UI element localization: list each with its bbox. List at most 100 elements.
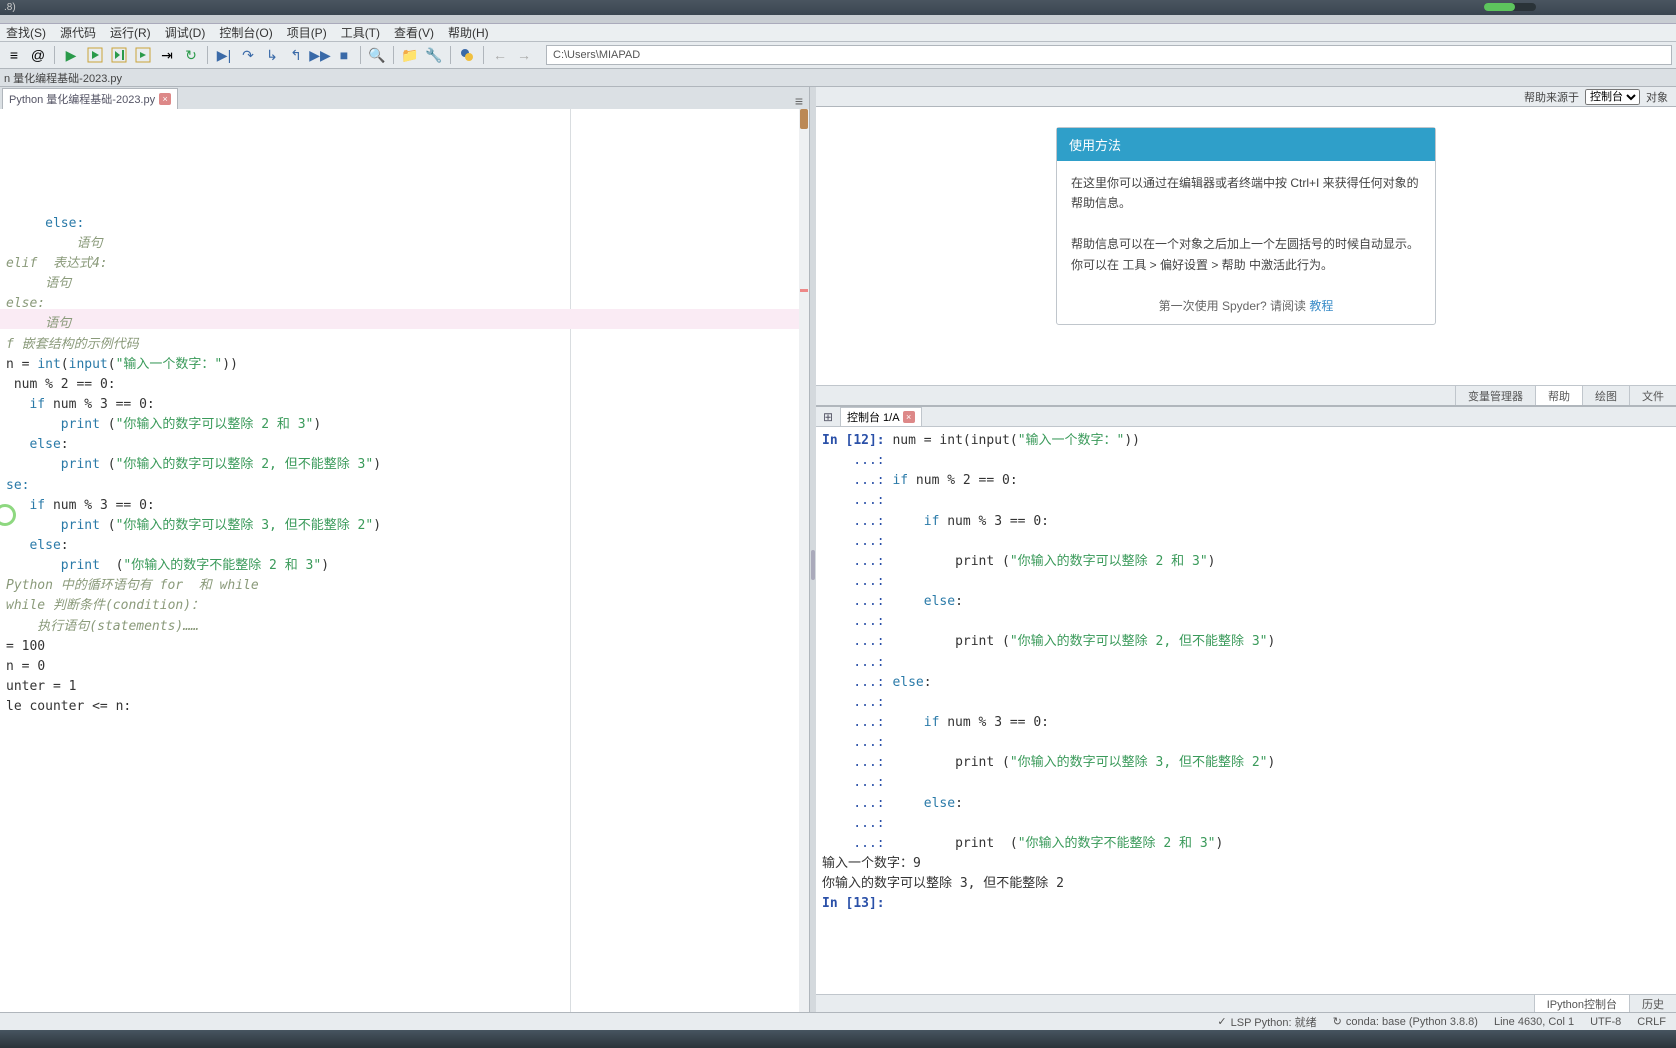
console-line: ...: print ("你输入的数字可以整除 2 和 3") bbox=[822, 552, 1670, 572]
step-in-icon[interactable]: ↳ bbox=[262, 45, 282, 65]
os-taskbar[interactable] bbox=[0, 1030, 1676, 1048]
code-line: Python 中的循环语句有 for 和 while bbox=[6, 576, 803, 596]
code-line: if num % 3 == 0: bbox=[6, 395, 803, 415]
code-line: else: bbox=[6, 536, 803, 556]
status-lsp: ✓ LSP Python: 就绪 bbox=[1217, 1014, 1316, 1030]
folder-icon[interactable]: 📁 bbox=[400, 45, 420, 65]
console-line: ...: bbox=[822, 693, 1670, 713]
code-line: else: bbox=[6, 294, 803, 314]
menu-item[interactable]: 查找(S) bbox=[6, 24, 46, 41]
working-dir-field[interactable]: C:\Users\MIAPAD bbox=[546, 45, 1672, 65]
code-line: = 100 bbox=[6, 637, 803, 657]
console-line: 输入一个数字：9 bbox=[822, 854, 1670, 874]
code-line: 语句 bbox=[6, 314, 803, 334]
console-bottom-tabs: IPython控制台历史 bbox=[816, 994, 1676, 1012]
console-bottom-tab[interactable]: 历史 bbox=[1629, 995, 1676, 1012]
wrench-icon[interactable]: 🔧 bbox=[424, 45, 444, 65]
code-line: print ("你输入的数字可以整除 2, 但不能整除 3") bbox=[6, 455, 803, 475]
step-out-icon[interactable]: ↰ bbox=[286, 45, 306, 65]
menu-item[interactable]: 源代码 bbox=[60, 24, 96, 41]
back-icon[interactable]: ← bbox=[490, 45, 510, 65]
console-tab[interactable]: 控制台 1/A × bbox=[840, 407, 922, 426]
code-line: se: bbox=[6, 476, 803, 496]
console-line: ...: bbox=[822, 612, 1670, 632]
console-line: In [13]: bbox=[822, 894, 1670, 914]
console-line: ...: bbox=[822, 451, 1670, 471]
help-object-label: 对象 bbox=[1646, 89, 1668, 105]
editor-tabs: Python 量化编程基础-2023.py × ≡ bbox=[0, 87, 809, 109]
hamburger-icon[interactable]: ≡ bbox=[795, 93, 803, 109]
run-cell-icon[interactable] bbox=[85, 45, 105, 65]
menu-item[interactable]: 查看(V) bbox=[394, 24, 434, 41]
code-line: 执行语句(statements)…… bbox=[6, 617, 803, 637]
toolbar: ≡ @ ▶ ⇥ ↻ ▶| ↷ ↳ ↰ ▶▶ ■ 🔍 📁 🔧 ← → C:\Use… bbox=[0, 42, 1676, 69]
close-icon[interactable]: × bbox=[903, 411, 915, 423]
console-line: ...: else: bbox=[822, 794, 1670, 814]
forward-icon[interactable]: → bbox=[514, 45, 534, 65]
help-source-label: 帮助来源于 bbox=[1524, 89, 1579, 105]
continue-icon[interactable]: ▶▶ bbox=[310, 45, 330, 65]
code-line: else: bbox=[6, 214, 803, 234]
console-line: ...: bbox=[822, 653, 1670, 673]
code-line: if num % 3 == 0: bbox=[6, 496, 803, 516]
code-line: 语句 bbox=[6, 274, 803, 294]
file-tab[interactable]: Python 量化编程基础-2023.py × bbox=[2, 88, 178, 109]
status-cursor-pos: Line 4630, Col 1 bbox=[1494, 1016, 1574, 1028]
menu-item[interactable]: 控制台(O) bbox=[219, 24, 272, 41]
browser-tab-strip bbox=[0, 15, 1676, 24]
right-tab[interactable]: 绘图 bbox=[1582, 386, 1629, 405]
help-body-1: 在这里你可以通过在编辑器或者终端中按 Ctrl+I 来获得任何对象的帮助信息。 bbox=[1071, 173, 1421, 214]
console-line: ...: if num % 2 == 0: bbox=[822, 471, 1670, 491]
help-toolbar: 帮助来源于 控制台 对象 bbox=[816, 87, 1676, 107]
menu-item[interactable]: 项目(P) bbox=[287, 24, 327, 41]
debug-step-icon[interactable]: ▶| bbox=[214, 45, 234, 65]
menu-item[interactable]: 工具(T) bbox=[341, 24, 380, 41]
tutorial-link[interactable]: 教程 bbox=[1309, 299, 1333, 313]
run-cell-advance-icon[interactable] bbox=[109, 45, 129, 65]
right-tab[interactable]: 变量管理器 bbox=[1455, 386, 1535, 405]
menu-item[interactable]: 帮助(H) bbox=[448, 24, 489, 41]
code-line: n = int(input("输入一个数字：")) bbox=[6, 355, 803, 375]
console-line: ...: else: bbox=[822, 673, 1670, 693]
python-icon[interactable] bbox=[457, 45, 477, 65]
stop-icon[interactable]: ■ bbox=[334, 45, 354, 65]
at-icon[interactable]: @ bbox=[28, 45, 48, 65]
code-line: 语句 bbox=[6, 234, 803, 254]
console-line: ...: if num % 3 == 0: bbox=[822, 713, 1670, 733]
run-selection-icon[interactable] bbox=[133, 45, 153, 65]
run-icon[interactable]: ▶ bbox=[61, 45, 81, 65]
menubar[interactable]: 查找(S) 源代码运行(R) 调试(D) 控制台(O) 项目(P) 工具(T) 查看(V) 帮… bbox=[0, 24, 1676, 42]
right-pane-tabs: 变量管理器帮助绘图文件 bbox=[816, 385, 1676, 405]
code-line: elif 表达式4: bbox=[6, 254, 803, 274]
code-editor[interactable]: else: 语句elif 表达式4: 语句else: 语句f 嵌套结构的示例代码… bbox=[0, 109, 809, 1012]
console-line: ...: print ("你输入的数字可以整除 3, 但不能整除 2") bbox=[822, 753, 1670, 773]
right-tab[interactable]: 文件 bbox=[1629, 386, 1676, 405]
step-over-icon[interactable]: ↷ bbox=[238, 45, 258, 65]
status-bar: ✓ LSP Python: 就绪 ↻ conda: base (Python 3… bbox=[0, 1012, 1676, 1030]
console-line: ...: bbox=[822, 532, 1670, 552]
console-line: ...: bbox=[822, 733, 1670, 753]
console-expand-icon[interactable]: ⊞ bbox=[820, 409, 836, 425]
console-line: ...: bbox=[822, 491, 1670, 511]
console-tab-bar: ⊞ 控制台 1/A × bbox=[816, 407, 1676, 427]
ipython-console[interactable]: In [12]: num = int(input("输入一个数字：")) ...… bbox=[816, 427, 1676, 994]
close-icon[interactable]: × bbox=[159, 93, 171, 105]
console-line: In [12]: num = int(input("输入一个数字：")) bbox=[822, 431, 1670, 451]
console-line: ...: if num % 3 == 0: bbox=[822, 512, 1670, 532]
menu-item[interactable]: 调试(D) bbox=[165, 24, 206, 41]
run-to-icon[interactable]: ⇥ bbox=[157, 45, 177, 65]
console-line: ...: bbox=[822, 773, 1670, 793]
outline-icon[interactable]: ≡ bbox=[4, 45, 24, 65]
menu-item[interactable]: 运行(R) bbox=[110, 24, 151, 41]
console-line: ...: bbox=[822, 572, 1670, 592]
help-source-select[interactable]: 控制台 bbox=[1585, 89, 1640, 105]
console-line: 你输入的数字可以整除 3, 但不能整除 2 bbox=[822, 874, 1670, 894]
console-line: ...: print ("你输入的数字不能整除 2 和 3") bbox=[822, 834, 1670, 854]
status-conda[interactable]: ↻ conda: base (Python 3.8.8) bbox=[1333, 1015, 1478, 1028]
code-line: while 判断条件(condition)： bbox=[6, 596, 803, 616]
rerun-icon[interactable]: ↻ bbox=[181, 45, 201, 65]
zoom-icon[interactable]: 🔍 bbox=[367, 45, 387, 65]
console-bottom-tab[interactable]: IPython控制台 bbox=[1534, 995, 1629, 1012]
right-tab[interactable]: 帮助 bbox=[1535, 386, 1582, 405]
help-body-2: 帮助信息可以在一个对象之后加上一个左圆括号的时候自动显示。 你可以在 工具 > … bbox=[1071, 234, 1421, 275]
